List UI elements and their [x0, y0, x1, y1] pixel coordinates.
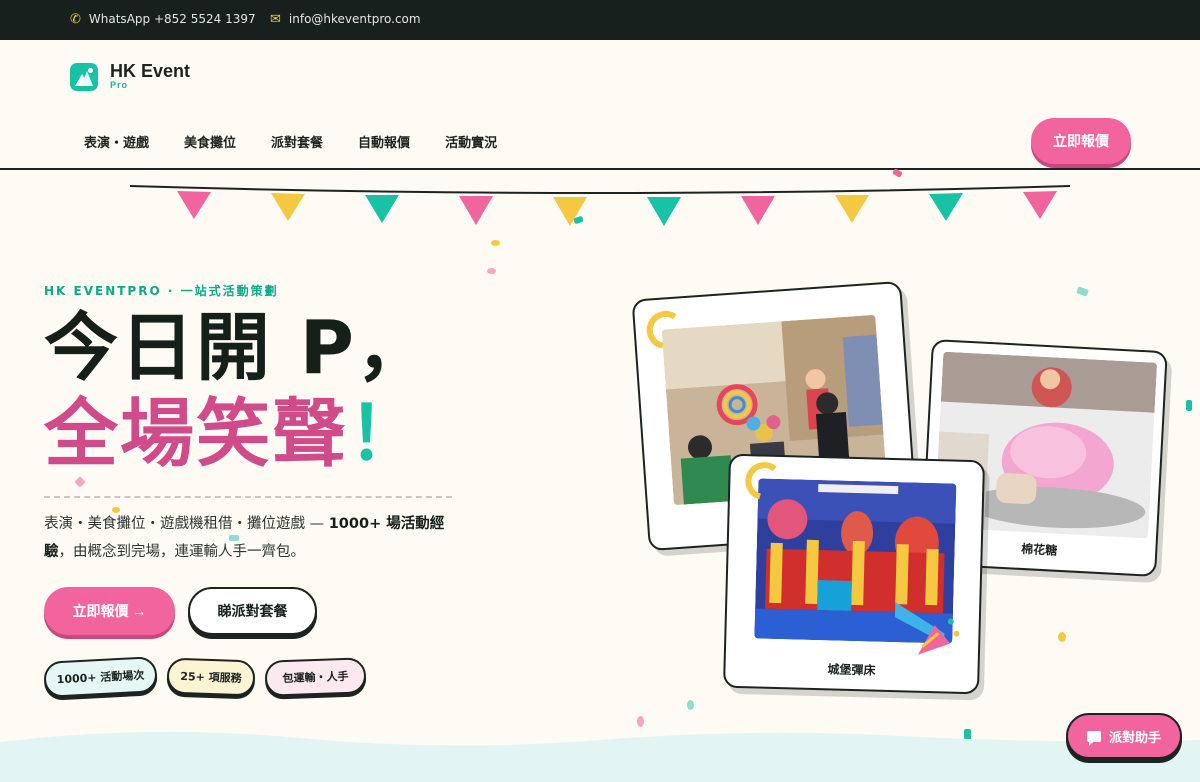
nav-item-event-gallery[interactable]: 活動實況: [445, 132, 497, 151]
confetti: [74, 476, 86, 488]
hero-title-line2-text: 全場笑聲: [44, 391, 348, 477]
confetti: [687, 700, 694, 710]
main-nav: 表演・遊戲 美食攤位 派對套餐 自動報價 活動實況: [84, 132, 497, 151]
confetti: [637, 716, 644, 727]
top-contact-bar: ✆ WhatsApp +852 5524 1397 ✉ info@hkevent…: [0, 0, 1200, 40]
party-assistant-button[interactable]: 派對助手: [1066, 713, 1182, 759]
hero-eyebrow: HK EVENTPRO · 一站式活動策劃: [44, 284, 279, 298]
site-header: HK Event Pro 表演・遊戲 美食攤位 派對套餐 自動報價 活動實況 立…: [0, 40, 1200, 170]
bottom-wave-decoration: [0, 731, 1200, 782]
nav-item-party-packages[interactable]: 派對套餐: [271, 132, 323, 151]
bunting-decoration: [129, 185, 1071, 226]
hero-quote-button[interactable]: 立即報價 →: [44, 587, 175, 635]
chat-icon: [1086, 730, 1101, 746]
nav-item-performances[interactable]: 表演・遊戲: [84, 132, 149, 151]
whatsapp-number: WhatsApp +852 5524 1397: [88, 12, 256, 26]
hero-divider: [44, 496, 452, 498]
logo[interactable]: HK Event Pro: [70, 62, 190, 91]
confetti: [1186, 400, 1192, 411]
confetti: [1058, 632, 1066, 642]
hero-description: 表演・美食攤位・遊戲機租借・攤位遊戲 — 1000+ 場活動經驗，由概念到完場，…: [44, 510, 464, 566]
confetti: [487, 268, 496, 274]
confetti: [491, 240, 500, 246]
email-link[interactable]: ✉ info@hkeventpro.com: [270, 12, 421, 26]
stat-chip-services: 25+ 項服務: [166, 657, 256, 697]
mail-icon: ✉: [270, 11, 281, 27]
stat-chip-events: 1000+ 活動場次: [43, 656, 158, 698]
nav-item-food-stalls[interactable]: 美食攤位: [184, 132, 236, 151]
hero-desc-post: ，由概念到完場，連運輸人手一齊包。: [58, 544, 306, 560]
party-packages-button[interactable]: 睇派對套餐: [188, 587, 317, 635]
brand-sub: Pro: [110, 80, 129, 90]
party-popper-icon: [917, 618, 960, 655]
hero-title-bang: ！: [348, 391, 424, 477]
confetti: [1076, 286, 1089, 297]
stat-chip-logistics: 包運輸・人手: [264, 657, 367, 697]
yellow-ring-decoration: [745, 462, 777, 500]
hero-title-line1: 今日開 P，: [44, 305, 432, 391]
hero-desc-pre: 表演・美食攤位・遊戲機租借・攤位遊戲 —: [44, 516, 329, 532]
whatsapp-link[interactable]: ✆ WhatsApp +852 5524 1397: [70, 12, 256, 26]
brand-name: HK Event: [110, 61, 191, 81]
photo-card-bouncy-castle[interactable]: 城堡彈床: [722, 453, 986, 695]
party-assistant-label: 派對助手: [1108, 729, 1161, 745]
yellow-ring-decoration: [646, 310, 677, 349]
phone-icon: ✆: [70, 11, 81, 27]
nav-item-auto-quote[interactable]: 自動報價: [358, 132, 410, 151]
logo-mountain-icon: [70, 62, 98, 91]
header-quote-button[interactable]: 立即報價: [1031, 118, 1131, 164]
email-address: info@hkeventpro.com: [288, 12, 421, 26]
hero-title-line2: 全場笑聲！: [44, 391, 424, 477]
